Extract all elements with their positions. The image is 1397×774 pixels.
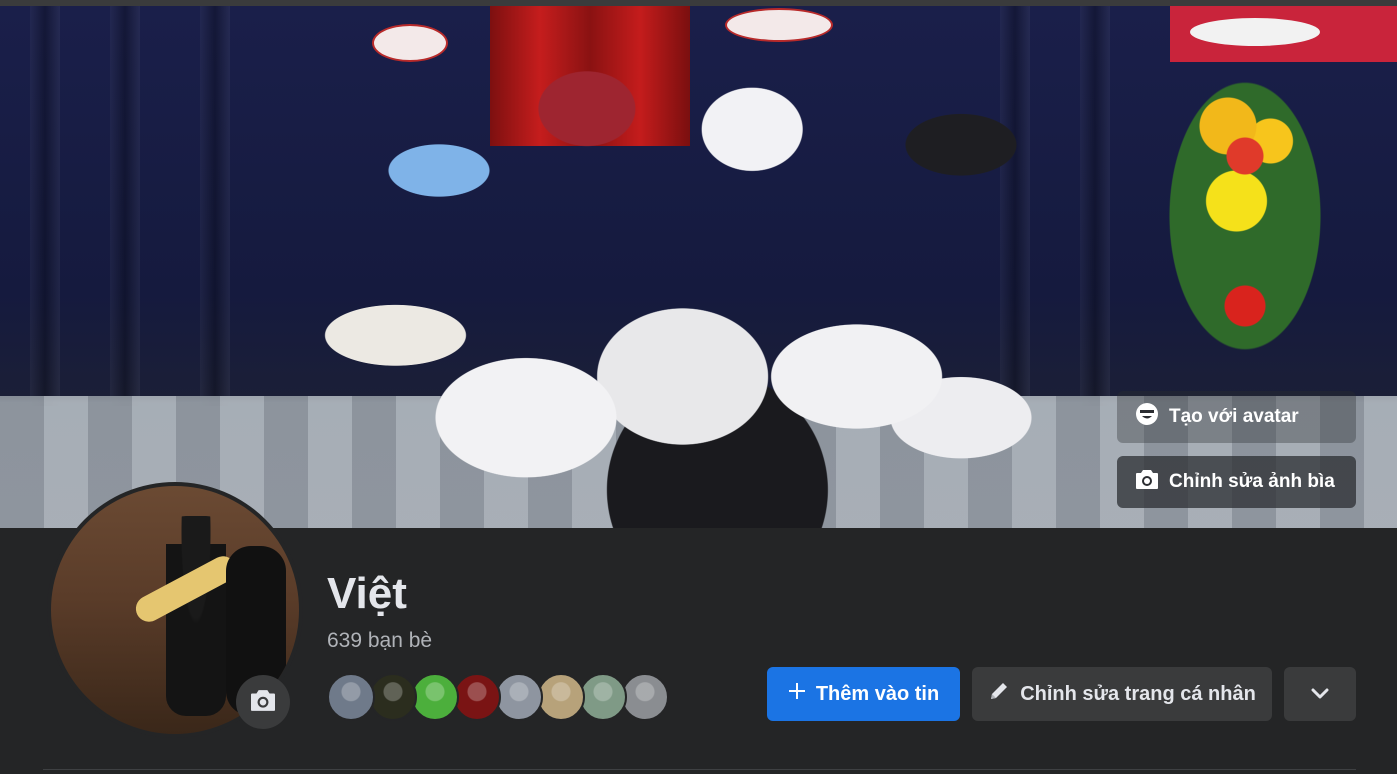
camera-icon: [249, 688, 277, 717]
chevron-down-icon: [1311, 683, 1329, 706]
create-with-avatar-label: Tạo với avatar: [1169, 406, 1299, 427]
curtain-fold: [110, 6, 140, 406]
section-divider: [43, 769, 1356, 770]
friend-avatar[interactable]: [453, 673, 501, 721]
flower-stand: [1160, 66, 1330, 366]
group-photo-people: [265, 16, 1135, 528]
update-profile-picture-button[interactable]: [236, 675, 290, 729]
add-to-story-button[interactable]: Thêm vào tin: [767, 667, 960, 721]
edit-profile-button[interactable]: Chỉnh sửa trang cá nhân: [972, 667, 1272, 721]
more-options-button[interactable]: [1284, 667, 1356, 721]
cover-photo[interactable]: Tạo với avatar Chỉnh sửa ảnh bìa: [0, 6, 1397, 528]
plus-icon: [788, 682, 806, 706]
friend-avatar[interactable]: [327, 673, 375, 721]
friends-count-link[interactable]: 639 bạn bè: [327, 627, 432, 655]
profile-name: Việt: [327, 569, 407, 618]
banner-label: [1190, 18, 1320, 46]
edit-cover-photo-button[interactable]: Chỉnh sửa ảnh bìa: [1117, 456, 1356, 508]
edit-profile-label: Chỉnh sửa trang cá nhân: [1020, 682, 1256, 705]
friend-avatar[interactable]: [411, 673, 459, 721]
pencil-icon: [988, 680, 1010, 708]
guitarist-figure: [166, 516, 226, 716]
create-with-avatar-button[interactable]: Tạo với avatar: [1117, 391, 1356, 443]
camera-icon: [1135, 468, 1159, 496]
curtain-fold: [30, 6, 60, 406]
friend-avatar[interactable]: [537, 673, 585, 721]
friend-avatar[interactable]: [495, 673, 543, 721]
friend-avatar[interactable]: [369, 673, 417, 721]
curtain-fold: [200, 6, 230, 406]
friend-avatars-list: [327, 673, 669, 721]
add-to-story-label: Thêm vào tin: [815, 682, 940, 705]
school-banner: [1170, 6, 1397, 62]
friend-avatar[interactable]: [621, 673, 669, 721]
friend-avatar[interactable]: [579, 673, 627, 721]
edit-cover-label: Chỉnh sửa ảnh bìa: [1169, 471, 1335, 492]
smiley-avatar-icon: [1135, 402, 1159, 432]
